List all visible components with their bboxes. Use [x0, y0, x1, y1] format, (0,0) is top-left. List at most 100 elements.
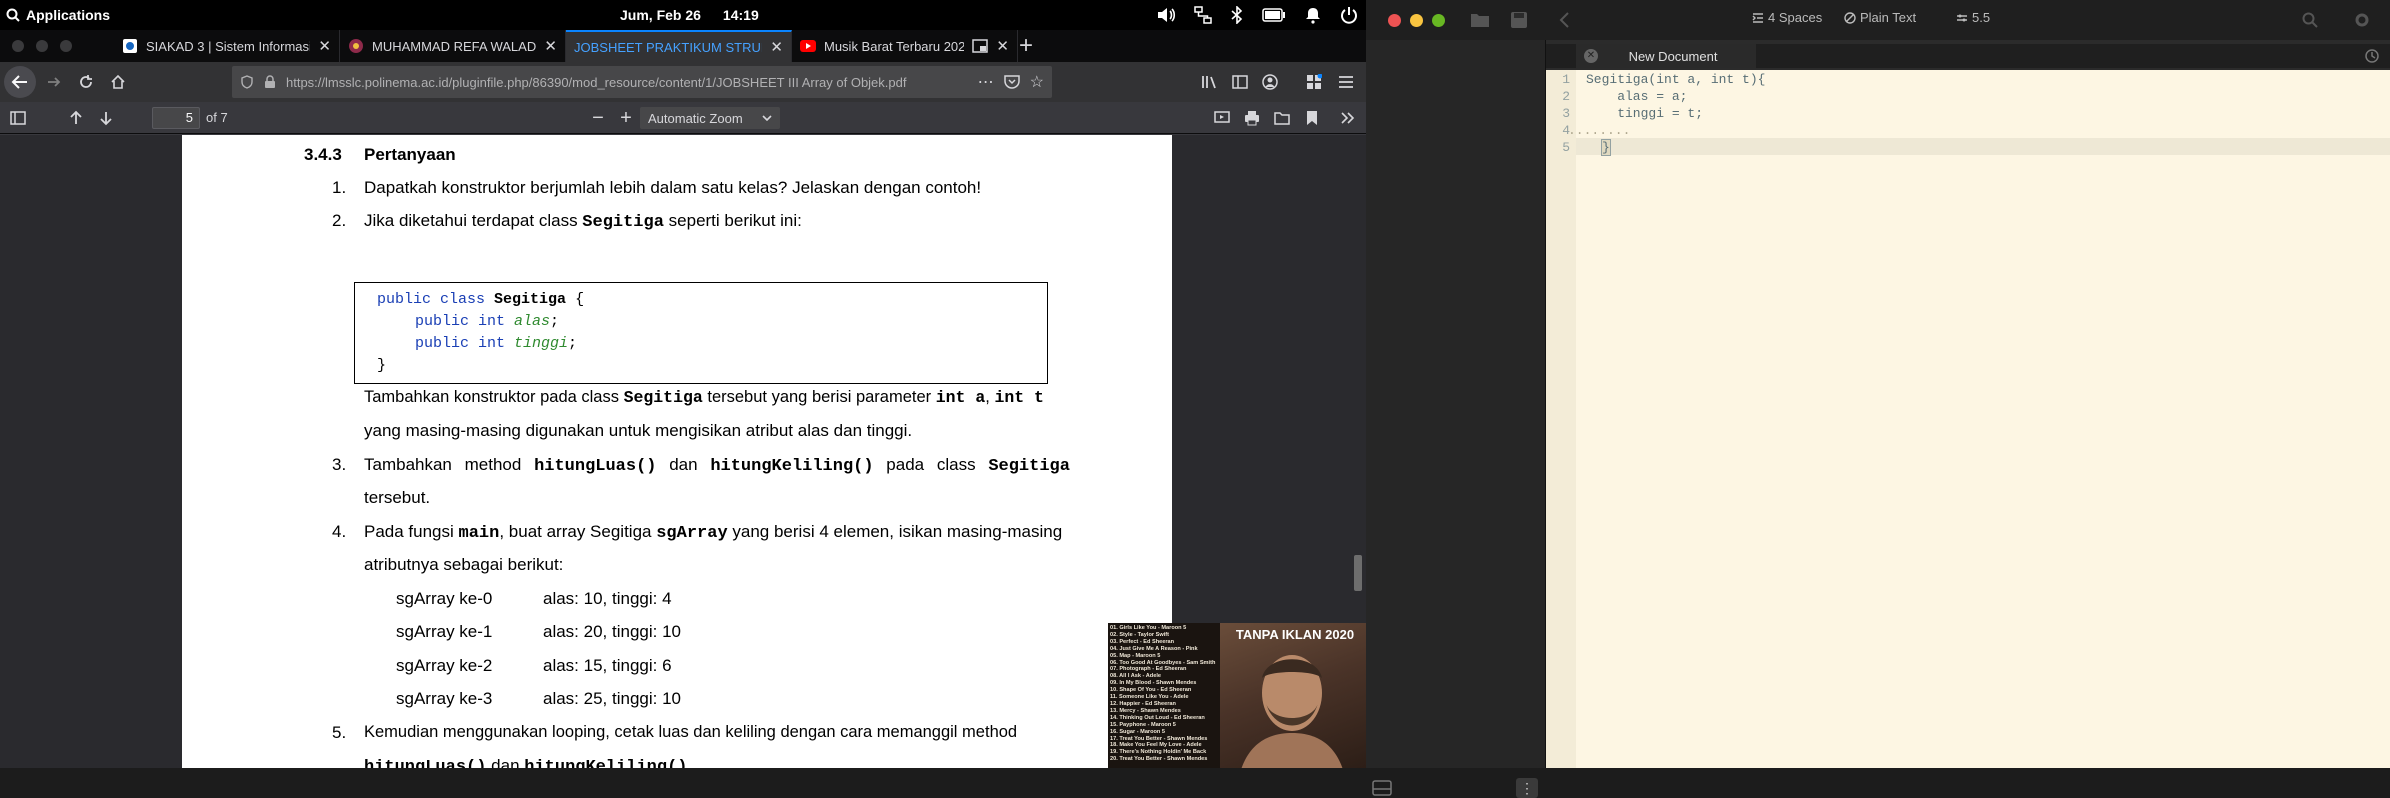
navigation-toolbar: https://lmsslc.polinema.ac.id/pluginfile…: [0, 62, 1366, 102]
code-line: alas = a;: [1586, 89, 1688, 104]
clock[interactable]: Jum, Feb 26 14:19: [620, 0, 759, 30]
code-class-name: Segitiga: [494, 291, 567, 308]
settings-icon[interactable]: [2354, 12, 2370, 28]
save-button[interactable]: [1268, 104, 1296, 132]
zoom-out-button[interactable]: −: [584, 104, 612, 132]
volume-icon[interactable]: [1156, 6, 1176, 24]
tracklist-item: 09. In My Blood - Shawn Mendes: [1110, 680, 1197, 687]
window-minimize-button[interactable]: [36, 40, 48, 52]
editor-maximize-button[interactable]: [1432, 14, 1445, 27]
history-icon[interactable]: [2364, 48, 2380, 64]
editor-text-area[interactable]: 1 2 3 4 5 Segitiga(int a, int t){ alas =…: [1546, 70, 2390, 768]
tab-musik[interactable]: Musik Barat Terbaru 2020 ✕: [792, 30, 1018, 62]
back-chevron-icon[interactable]: [1558, 12, 1570, 28]
tab-close-icon[interactable]: ✕: [318, 37, 331, 55]
sidebar-toggle[interactable]: [1372, 780, 1392, 796]
tracklist-item: 12. Happier - Ed Sheeran: [1110, 700, 1176, 707]
sidebar-button[interactable]: [1226, 68, 1254, 96]
zoom-in-button[interactable]: +: [612, 104, 640, 132]
q3-part-e: pada class: [886, 455, 976, 474]
line-number: 3: [1562, 106, 1570, 121]
window-close-button[interactable]: [12, 40, 24, 52]
next-page-button[interactable]: [92, 104, 120, 132]
chevron-down-icon: [762, 115, 772, 121]
back-button[interactable]: [4, 66, 36, 98]
tab-title: SIAKAD 3 | Sistem Informasi: [146, 38, 311, 54]
site-info-icon[interactable]: [240, 75, 254, 89]
code-line: tinggi = t;: [1586, 106, 1704, 121]
account-button[interactable]: [1256, 68, 1284, 96]
tracklist-panel: 01. Girls Like You - Maroon 5 02. Style -…: [1108, 623, 1220, 768]
tab-jobsheet[interactable]: JOBSHEET PRAKTIKUM STRUKTU ✕: [566, 30, 792, 62]
bluetooth-icon[interactable]: [1230, 6, 1244, 24]
window-maximize-button[interactable]: [60, 40, 72, 52]
tab-siakad[interactable]: SIAKAD 3 | Sistem Informasi ✕: [114, 30, 340, 62]
open-folder-icon[interactable]: [1470, 12, 1490, 28]
lock-icon[interactable]: [264, 75, 276, 89]
reload-button[interactable]: [72, 68, 100, 96]
close-tab-icon[interactable]: ✕: [1584, 49, 1598, 63]
q4-part-e: yang berisi 4 elemen, isikan masing-masi…: [732, 522, 1063, 541]
editor-sidebar: ⋮: [1366, 40, 1546, 798]
syntax-setting[interactable]: Plain Text: [1844, 10, 1916, 25]
notification-icon[interactable]: [1304, 6, 1322, 24]
page-number-input[interactable]: 5: [152, 107, 200, 129]
bookmark-button[interactable]: [1298, 104, 1326, 132]
print-button[interactable]: [1238, 104, 1266, 132]
q3-method-1: hitungLuas(): [534, 457, 657, 476]
tracklist-item: 16. Sugar - Maroon 5: [1110, 728, 1166, 735]
picture-in-picture-icon[interactable]: [972, 39, 989, 53]
power-icon[interactable]: [1340, 6, 1358, 24]
editor-tab[interactable]: ✕ New Document: [1576, 44, 1756, 68]
forward-button[interactable]: [40, 68, 68, 96]
code-line-4: }: [377, 357, 387, 374]
extensions-button[interactable]: [1300, 68, 1328, 96]
toggle-sidebar-button[interactable]: [4, 104, 32, 132]
bookmark-star-icon[interactable]: ☆: [1030, 72, 1044, 92]
array-row-value: alas: 10, tinggi: 4: [543, 589, 672, 608]
zoom-setting[interactable]: 5.5: [1956, 10, 1990, 25]
sidebar-menu-icon[interactable]: ⋮: [1516, 778, 1538, 798]
code-keyword: public int: [415, 335, 506, 352]
q5-period: .: [687, 756, 693, 768]
url-bar[interactable]: https://lmsslc.polinema.ac.id/pluginfile…: [232, 66, 1052, 98]
save-icon[interactable]: [1510, 11, 1528, 29]
pocket-icon[interactable]: [1003, 75, 1020, 89]
indent-setting[interactable]: 4 Spaces: [1752, 10, 1822, 25]
home-icon: [111, 74, 125, 89]
presentation-mode-button[interactable]: [1208, 104, 1236, 132]
tools-button[interactable]: [1334, 104, 1362, 132]
syntax-label: Plain Text: [1860, 10, 1917, 25]
arrow-right-icon: [48, 77, 61, 87]
menu-button[interactable]: [1332, 68, 1360, 96]
new-tab-button[interactable]: +: [1012, 32, 1040, 60]
battery-icon[interactable]: [1262, 8, 1286, 22]
q2-text: Jika diketahui terdapat class Segitiga s…: [364, 211, 802, 232]
editor-close-button[interactable]: [1388, 14, 1401, 27]
applications-label: Applications: [26, 7, 111, 23]
code-snippet: public class Segitiga { public int alas;…: [354, 282, 1048, 384]
home-button[interactable]: [104, 68, 132, 96]
editor-tab-bar: ✕ New Document: [1546, 44, 2390, 68]
previous-page-button[interactable]: [62, 104, 90, 132]
q2-param-sep: ,: [985, 388, 990, 406]
zoom-select[interactable]: Automatic Zoom: [640, 107, 780, 129]
zoom-slider-icon: [1957, 14, 1967, 21]
pdf-scrollbar-thumb[interactable]: [1354, 555, 1362, 591]
thumbnail-title: TANPA IKLAN 2020: [1235, 627, 1355, 642]
line-number: 2: [1562, 89, 1570, 104]
search-icon[interactable]: [2302, 12, 2318, 28]
tab-close-icon[interactable]: ✕: [544, 37, 557, 55]
video-overlay-thumbnail[interactable]: 01. Girls Like You - Maroon 5 02. Style -…: [1108, 623, 1366, 768]
tab-close-icon[interactable]: ✕: [996, 37, 1009, 55]
tab-muhammad[interactable]: MUHAMMAD REFA WALADA ✕: [340, 30, 566, 62]
network-icon[interactable]: [1194, 6, 1212, 24]
tab-close-icon[interactable]: ✕: [770, 38, 783, 56]
applications-menu[interactable]: Applications: [6, 0, 110, 30]
q4-array-name: sgArray: [656, 524, 728, 543]
library-button[interactable]: [1196, 68, 1224, 96]
array-row-value: alas: 25, tinggi: 10: [543, 689, 681, 708]
page-actions-icon[interactable]: ⋯: [978, 72, 994, 92]
editor-minimize-button[interactable]: [1410, 14, 1423, 27]
tracklist: 01. Girls Like You - Maroon 5 02. Style -…: [1110, 625, 1220, 763]
